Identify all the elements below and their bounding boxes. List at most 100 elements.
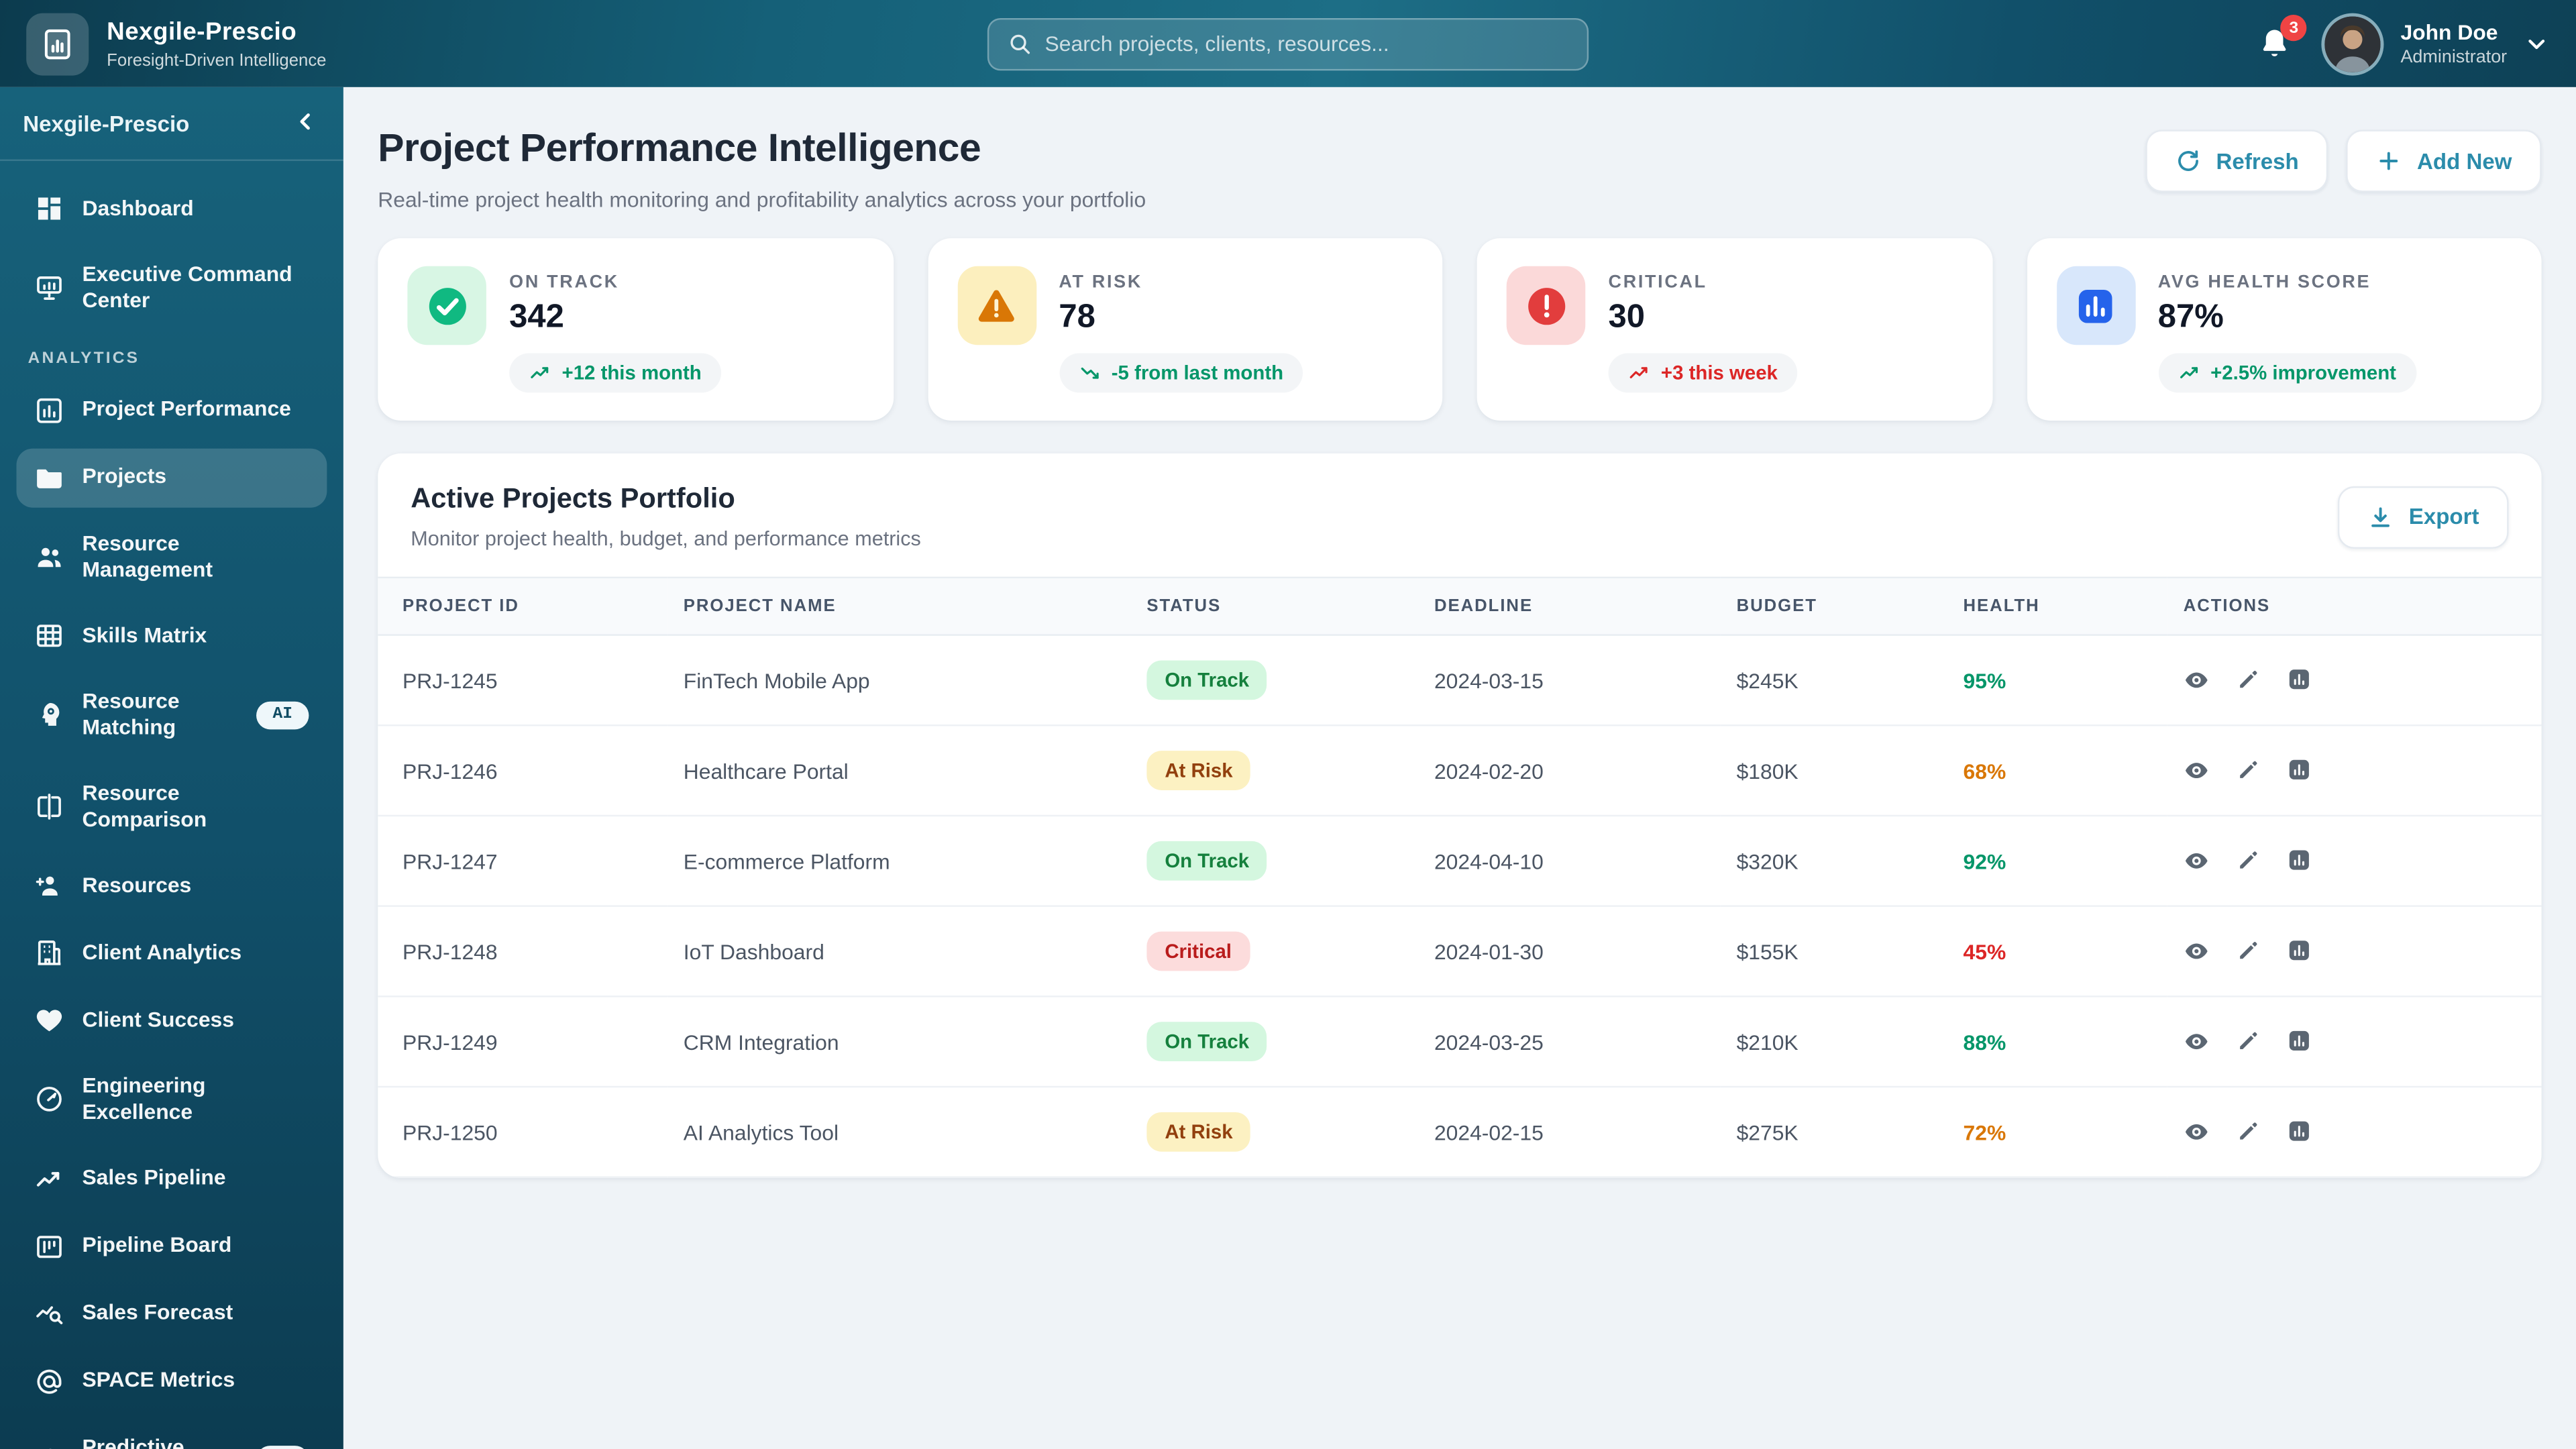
sidebar-item-project-performance[interactable]: Project Performance <box>16 380 327 439</box>
chart-icon <box>2286 1028 2311 1053</box>
cell-project-id: PRJ-1245 <box>378 635 667 727</box>
sidebar: Nexgile-Prescio Dashboard Executive Comm… <box>0 87 343 1449</box>
sidebar-item-label: Project Performance <box>82 396 291 421</box>
sidebar-item-label: Skills Matrix <box>82 622 207 647</box>
column-header-actions: ACTIONS <box>2167 576 2542 636</box>
refresh-icon <box>2175 148 2201 174</box>
sidebar-item-sales-forecast[interactable]: Sales Forecast <box>16 1284 327 1343</box>
edit-button[interactable] <box>2235 667 2261 693</box>
row-actions <box>2184 1119 2525 1145</box>
sidebar-item-client-success[interactable]: Client Success <box>16 991 327 1050</box>
edit-button[interactable] <box>2235 1119 2261 1145</box>
at-sign-icon <box>34 1366 64 1395</box>
plus-icon <box>2376 148 2402 174</box>
head-gear-icon <box>34 700 64 730</box>
edit-button[interactable] <box>2235 757 2261 784</box>
sidebar-item-space-metrics[interactable]: SPACE Metrics <box>16 1351 327 1410</box>
sidebar-item-dashboard[interactable]: Dashboard <box>16 179 327 238</box>
sidebar-item-resource-comparison[interactable]: Resource Comparison <box>16 765 327 848</box>
view-button[interactable] <box>2184 757 2210 784</box>
sidebar-collapse-button[interactable] <box>290 109 320 138</box>
cell-status: At Risk <box>1130 725 1418 817</box>
analytics-button[interactable] <box>2286 938 2312 964</box>
cell-actions <box>2167 815 2542 907</box>
kanban-icon <box>34 1232 64 1261</box>
eye-icon <box>2184 1028 2210 1055</box>
cell-project-name: CRM Integration <box>667 996 1130 1088</box>
cell-project-id: PRJ-1247 <box>378 815 667 907</box>
analytics-button[interactable] <box>2286 1119 2312 1145</box>
sidebar-item-sales-pipeline[interactable]: Sales Pipeline <box>16 1149 327 1208</box>
sidebar-item-label: Resource Comparison <box>82 780 207 831</box>
cell-budget: $210K <box>1720 996 1947 1088</box>
sidebar-item-executive-command-center[interactable]: Executive Command Center <box>16 246 327 329</box>
sidebar-item-resource-matching[interactable]: Resource Matching AI <box>16 674 327 757</box>
stat-value: 78 <box>1059 299 1095 335</box>
dashboard-icon <box>34 194 64 223</box>
logo-chart-icon <box>40 25 76 62</box>
users-icon <box>34 542 64 572</box>
search-input[interactable] <box>1044 31 1569 56</box>
sidebar-item-resource-management[interactable]: Resource Management <box>16 515 327 598</box>
stat-body: CRITICAL 30 +3 this week <box>1608 266 1798 393</box>
projects-panel: Active Projects Portfolio Monitor projec… <box>378 453 2542 1178</box>
stat-label: AT RISK <box>1059 272 1142 292</box>
stat-body: AT RISK 78 -5 from last month <box>1059 266 1303 393</box>
refresh-button[interactable]: Refresh <box>2145 129 2328 193</box>
page-actions: Refresh Add New <box>2145 129 2542 193</box>
panel-header: Active Projects Portfolio Monitor projec… <box>378 453 2541 577</box>
add-new-button[interactable]: Add New <box>2346 129 2542 193</box>
stat-trend: +3 this week <box>1608 353 1798 393</box>
trending-up-icon <box>529 362 552 384</box>
trending-up-icon <box>1628 362 1651 384</box>
view-button[interactable] <box>2184 1028 2210 1055</box>
global-search[interactable] <box>987 17 1589 70</box>
edit-button[interactable] <box>2235 1028 2261 1055</box>
analytics-button[interactable] <box>2286 1028 2312 1055</box>
sidebar-item-pipeline-board[interactable]: Pipeline Board <box>16 1216 327 1275</box>
sidebar-item-label: Resources <box>82 872 192 897</box>
analytics-button[interactable] <box>2286 757 2312 784</box>
user-meta: John Doe Administrator <box>2400 19 2507 67</box>
edit-button[interactable] <box>2235 938 2261 964</box>
panel-title: Active Projects Portfolio <box>411 483 735 515</box>
pencil-icon <box>2235 848 2260 873</box>
notifications-button[interactable]: 3 <box>2257 15 2307 60</box>
sidebar-item-predictive-analytics[interactable]: Predictive Analytics AI <box>16 1419 327 1449</box>
add-new-label: Add New <box>2417 148 2512 174</box>
column-header-budget: BUDGET <box>1720 576 1947 636</box>
building-icon <box>34 938 64 967</box>
health-value: 72% <box>1963 1119 2006 1144</box>
view-button[interactable] <box>2184 1119 2210 1145</box>
analytics-button[interactable] <box>2286 667 2312 693</box>
view-button[interactable] <box>2184 938 2210 964</box>
cell-health: 45% <box>1947 906 2167 998</box>
cell-status: On Track <box>1130 996 1418 1088</box>
sidebar-item-skills-matrix[interactable]: Skills Matrix <box>16 606 327 665</box>
view-button[interactable] <box>2184 848 2210 874</box>
sidebar-item-label: Client Analytics <box>82 939 242 965</box>
edit-button[interactable] <box>2235 848 2261 874</box>
cell-health: 88% <box>1947 996 2167 1088</box>
warning-triangle-icon <box>957 266 1036 345</box>
stat-card-at-risk: AT RISK 78 -5 from last month <box>927 238 1443 421</box>
export-button[interactable]: Export <box>2338 485 2509 548</box>
panel-subtitle: Monitor project health, budget, and perf… <box>411 527 921 551</box>
export-label: Export <box>2408 504 2479 529</box>
user-menu[interactable]: John Doe Administrator <box>2321 12 2550 75</box>
stat-value: 87% <box>2157 299 2224 335</box>
analytics-button[interactable] <box>2286 848 2312 874</box>
view-button[interactable] <box>2184 667 2210 693</box>
table-row: PRJ-1248 IoT Dashboard Critical 2024-01-… <box>378 906 2542 998</box>
cell-project-id: PRJ-1250 <box>378 1087 667 1178</box>
eye-icon <box>2184 1119 2210 1145</box>
sidebar-item-client-analytics[interactable]: Client Analytics <box>16 923 327 982</box>
sidebar-item-engineering-excellence[interactable]: Engineering Excellence <box>16 1058 327 1141</box>
stat-value: 30 <box>1608 299 1646 335</box>
download-icon <box>2368 504 2394 530</box>
status-badge: On Track <box>1146 1022 1268 1062</box>
table-body: PRJ-1245 FinTech Mobile App On Track 202… <box>378 635 2542 1178</box>
sidebar-item-projects[interactable]: Projects <box>16 447 327 507</box>
sidebar-item-label: Pipeline Board <box>82 1232 232 1258</box>
sidebar-item-resources[interactable]: Resources <box>16 856 327 915</box>
